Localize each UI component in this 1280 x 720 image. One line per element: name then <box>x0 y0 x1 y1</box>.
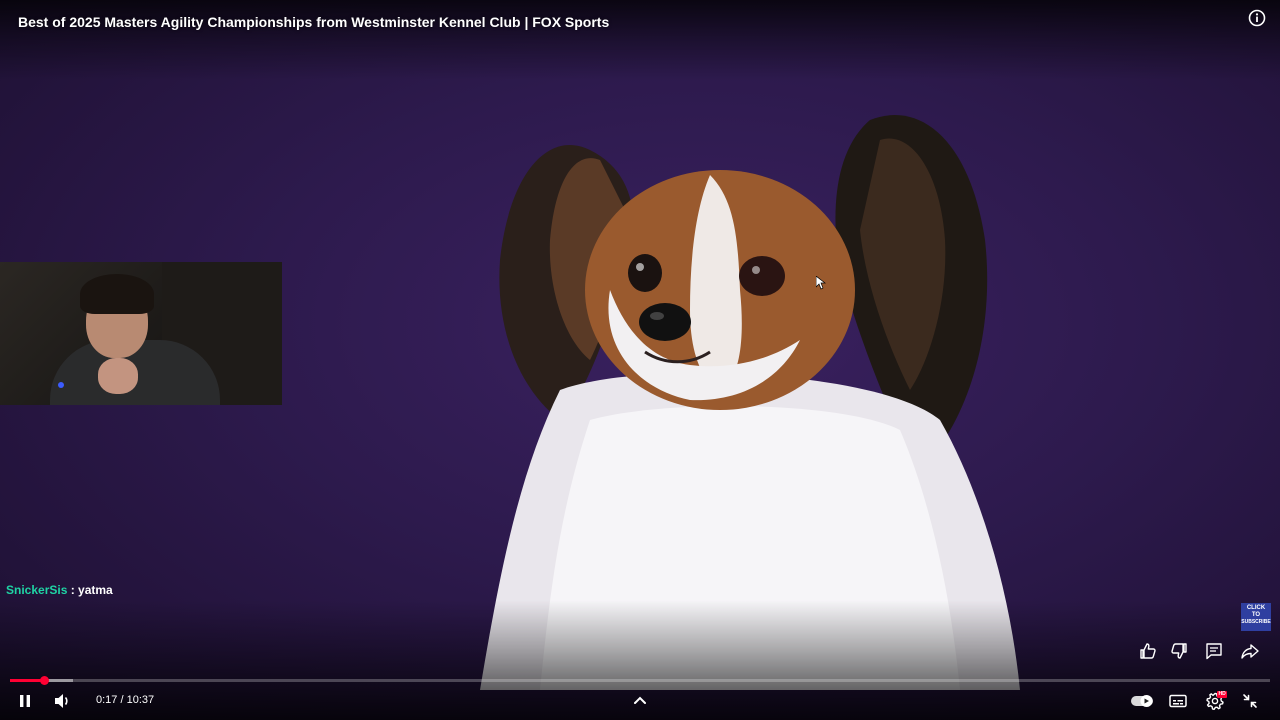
duration: 10:37 <box>126 694 155 706</box>
like-icon <box>1140 643 1156 659</box>
share-button[interactable] <box>1240 641 1260 665</box>
mouse-pointer-icon <box>816 276 826 290</box>
comments-icon <box>1206 643 1222 660</box>
exit-fullscreen-button[interactable] <box>1240 691 1260 711</box>
info-icon[interactable] <box>1248 9 1266 27</box>
settings-button[interactable]: HD <box>1203 690 1228 712</box>
comments-button[interactable] <box>1204 641 1224 665</box>
chat-separator: : <box>67 583 79 597</box>
subscribe-watermark[interactable]: CLICK TO SUBSCRIBE <box>1241 603 1271 631</box>
subscribe-line-1: CLICK <box>1246 605 1266 611</box>
top-gradient <box>0 0 1280 80</box>
progress-bar[interactable] <box>10 679 1270 682</box>
autoplay-toggle[interactable] <box>1129 691 1155 711</box>
chat-message: SnickerSis : yatma <box>6 583 113 597</box>
volume-button[interactable] <box>51 690 73 712</box>
current-time: 0:17 <box>96 694 118 706</box>
webcam-overlay <box>0 262 282 405</box>
pause-icon <box>20 695 30 707</box>
time-separator: / <box>117 694 127 706</box>
exit-fullscreen-icon <box>1243 694 1257 708</box>
share-icon <box>1241 644 1259 659</box>
progress-scrubber[interactable] <box>40 676 49 685</box>
subscribe-line-2: TO <box>1251 612 1261 618</box>
autoplay-toggle-icon <box>1131 695 1153 707</box>
dislike-button[interactable] <box>1169 641 1189 665</box>
chat-username: SnickerSis <box>6 583 68 597</box>
subtitles-button[interactable] <box>1168 691 1188 711</box>
pause-button[interactable] <box>14 690 36 712</box>
volume-icon <box>55 694 68 708</box>
chevron-up-icon <box>634 696 646 704</box>
dislike-icon <box>1171 643 1187 659</box>
chat-text: yatma <box>78 583 113 597</box>
streamer-hand <box>98 358 138 394</box>
video-title[interactable]: Best of 2025 Masters Agility Championshi… <box>18 14 609 30</box>
subtitles-icon <box>1169 694 1187 708</box>
subscribe-line-3: SUBSCRIBE <box>1241 619 1271 625</box>
expand-panel-button[interactable] <box>630 690 650 710</box>
time-display: 0:17 / 10:37 <box>96 694 154 706</box>
progress-played <box>10 679 44 682</box>
like-button[interactable] <box>1138 641 1158 665</box>
microphone-light <box>58 382 64 388</box>
hd-badge: HD <box>1217 691 1228 698</box>
streamer-hair <box>80 274 154 314</box>
